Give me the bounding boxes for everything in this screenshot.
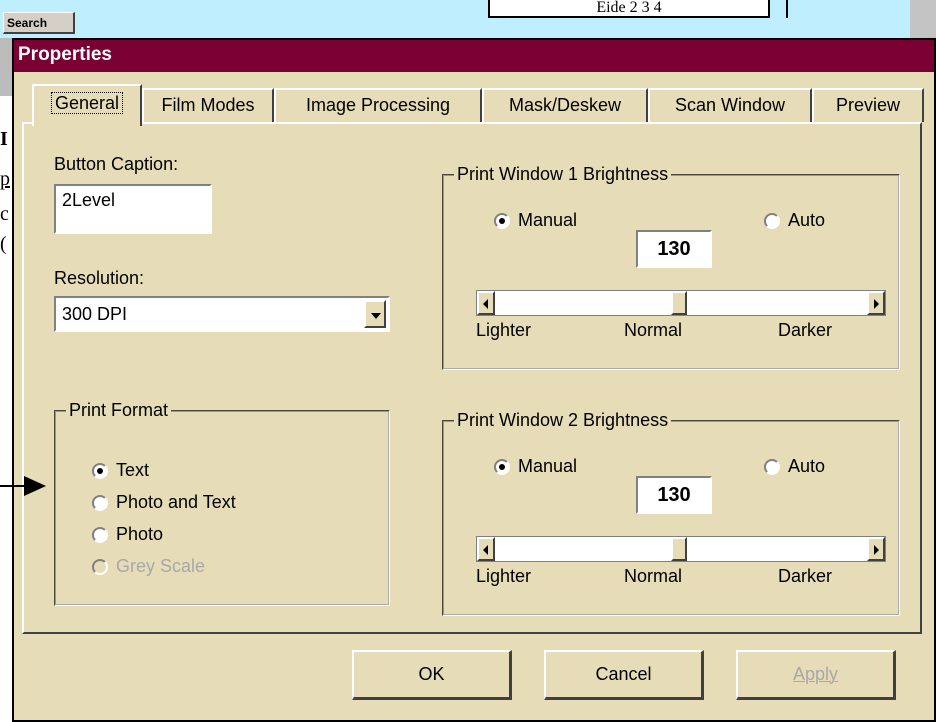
normal-label: Normal xyxy=(624,320,683,340)
resolution-label: Resolution: xyxy=(54,268,145,288)
manual-label: Manual xyxy=(518,210,578,230)
background-text-box: Eide 2 3 4 xyxy=(488,0,770,18)
arrow-left-icon xyxy=(483,299,488,309)
radio-icon xyxy=(92,495,108,511)
print-format-option-label: Grey Scale xyxy=(116,556,206,576)
slider-thumb[interactable] xyxy=(671,291,687,315)
arrow-right-icon xyxy=(874,299,879,309)
auto-label: Auto xyxy=(788,210,826,230)
radio-icon xyxy=(494,213,510,229)
ok-button[interactable]: OK xyxy=(352,650,512,700)
tab-scan-window[interactable]: Scan Window xyxy=(648,88,812,122)
tab-general[interactable]: General xyxy=(32,84,142,126)
button-caption-label: Button Caption: xyxy=(54,154,179,174)
pw1-brightness-value[interactable]: 130 xyxy=(636,230,712,268)
radio-icon xyxy=(764,459,780,475)
radio-icon xyxy=(764,213,780,229)
print-window-2-title: Print Window 2 Brightness xyxy=(454,410,672,431)
radio-icon xyxy=(92,527,108,543)
tab-mask-deskew[interactable]: Mask/Deskew xyxy=(482,88,648,122)
print-format-title: Print Format xyxy=(66,400,172,421)
scroll-right-button[interactable] xyxy=(867,291,885,315)
print-format-option-label: Text xyxy=(116,460,150,480)
tab-image-processing[interactable]: Image Processing xyxy=(274,88,482,122)
apply-button[interactable]: Apply xyxy=(736,650,896,700)
scroll-left-button[interactable] xyxy=(477,537,495,561)
lighter-label: Lighter xyxy=(476,320,532,340)
background-text-fragment: c xyxy=(0,203,9,225)
background-link-fragment[interactable]: p xyxy=(0,168,10,191)
pw1-brightness-slider[interactable] xyxy=(476,290,886,316)
print-format-option-label: Photo and Text xyxy=(116,492,236,512)
background-divider xyxy=(786,0,788,18)
properties-dialog: Properties General Film Modes Image Proc… xyxy=(12,38,936,722)
print-window-2-group: Print Window 2 Brightness Manual Auto 13… xyxy=(442,410,900,616)
radio-icon xyxy=(92,463,108,479)
tab-preview[interactable]: Preview xyxy=(812,88,924,122)
cancel-button[interactable]: Cancel xyxy=(544,650,704,700)
pointer-arrow-line xyxy=(0,485,26,487)
normal-label: Normal xyxy=(624,566,683,586)
print-window-1-group: Print Window 1 Brightness Manual Auto 13… xyxy=(442,164,900,370)
slider-thumb[interactable] xyxy=(671,537,687,561)
general-tab-panel: Button Caption: 2Level Resolution: 300 D… xyxy=(22,122,922,634)
pw2-brightness-slider[interactable] xyxy=(476,536,886,562)
manual-label: Manual xyxy=(518,456,578,476)
resolution-select[interactable]: 300 DPI xyxy=(54,296,390,332)
pw2-brightness-value[interactable]: 130 xyxy=(636,476,712,514)
dialog-title: Properties xyxy=(18,44,112,65)
dialog-titlebar[interactable]: Properties xyxy=(14,40,934,72)
background-text-fragment: I xyxy=(0,128,8,150)
chevron-down-icon xyxy=(371,313,381,319)
scroll-left-button[interactable] xyxy=(477,291,495,315)
darker-label: Darker xyxy=(778,566,833,586)
darker-label: Darker xyxy=(778,320,833,340)
print-window-1-title: Print Window 1 Brightness xyxy=(454,164,672,185)
background-search-button[interactable]: Search xyxy=(3,12,75,34)
arrow-left-icon xyxy=(483,545,488,555)
button-caption-input[interactable]: 2Level xyxy=(54,184,212,234)
dropdown-button[interactable] xyxy=(364,300,386,328)
arrow-right-icon xyxy=(24,476,46,496)
lighter-label: Lighter xyxy=(476,566,532,586)
tab-general-label: General xyxy=(50,92,124,114)
radio-icon xyxy=(92,559,108,575)
print-format-option-label: Photo xyxy=(116,524,164,544)
background-app-header xyxy=(0,0,910,38)
radio-icon xyxy=(494,459,510,475)
tab-film-modes[interactable]: Film Modes xyxy=(142,88,274,122)
print-format-group: Print Format Text Photo and Text Photo G… xyxy=(54,400,390,606)
scroll-right-button[interactable] xyxy=(867,537,885,561)
auto-label: Auto xyxy=(788,456,826,476)
arrow-right-icon xyxy=(874,545,879,555)
background-text-fragment: ( xyxy=(0,233,7,255)
resolution-value: 300 DPI xyxy=(62,304,128,324)
